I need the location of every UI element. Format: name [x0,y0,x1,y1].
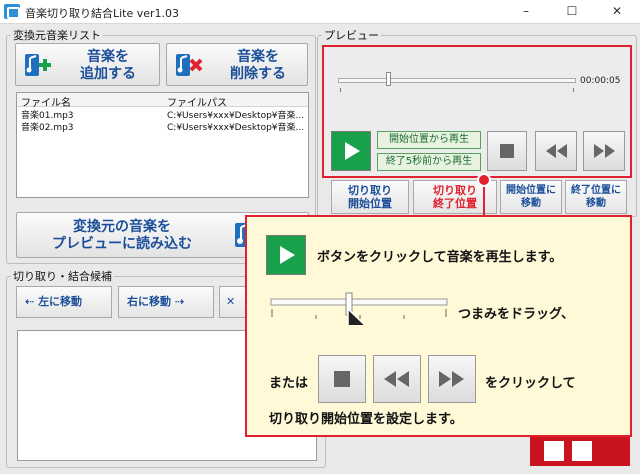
table-row[interactable]: 音楽02.mp3 C:¥Users¥xxx¥Desktop¥音楽... [17,120,308,132]
callout-pointer-dot [477,173,491,187]
callout-slider-illustration [270,292,448,325]
seek-ticks [340,88,574,92]
column-filepath[interactable]: ファイルパス [167,94,227,109]
goto-start-label-1: 開始位置に [506,185,556,196]
block-icon [544,441,564,461]
column-filename[interactable]: ファイル名 [21,94,71,109]
callout-pointer-line [483,185,485,216]
add-music-icon [25,54,51,76]
play-5s-before-end-button[interactable]: 終了5秒前から再生 [377,153,481,171]
timecode: 00:00:05 [580,76,621,86]
goto-start-label-2: 移動 [521,198,541,209]
source-list-legend: 変換元音楽リスト [13,29,101,42]
title-bar: 音楽切り取り結合Lite ver1.03 – ☐ ✕ [0,0,640,24]
move-right-label: 右に移動 [127,295,171,308]
callout-line-4: 切り取り開始位置を設定します。 [269,412,463,427]
row-filepath: C:¥Users¥xxx¥Desktop¥音楽... [167,123,305,132]
callout-play-icon-box [266,235,306,275]
window-title: 音楽切り取り結合Lite ver1.03 [25,7,180,20]
rewind-icon [384,371,409,387]
play-from-start-button[interactable]: 開始位置から再生 [377,131,481,149]
rewind-icon [546,144,567,158]
goto-end-button[interactable]: 終了位置に 移動 [565,180,627,214]
play-button[interactable] [331,131,371,171]
callout-rewind-icon-box [373,355,421,403]
rewind-button[interactable] [535,131,577,171]
block-icon [572,441,592,461]
callout-fast-forward-icon-box [428,355,476,403]
minimize-button[interactable]: – [503,0,549,24]
combine-button-partial[interactable] [530,436,630,466]
callout-stop-icon-box [318,355,366,403]
callout-line-3-suffix: をクリックして [485,376,576,391]
remove-music-button[interactable]: 音楽を 削除する [166,43,308,86]
seek-rail [338,78,576,83]
move-left-label: 左に移動 [38,295,83,308]
file-list-header: ファイル名 ファイルパス [17,93,308,109]
add-music-button[interactable]: 音楽を 追加する [15,43,160,86]
preview-highlight: 00:00:05 開始位置から再生 終了5秒前から再生 [322,45,632,178]
cut-start-label-1: 切り取り [348,184,392,197]
row-filename: 音楽01.mp3 [21,111,74,120]
load-preview-label-2: プレビューに読み込む [52,236,192,252]
remove-music-icon [176,54,203,76]
fast-forward-button[interactable] [583,131,625,171]
row-filepath: C:¥Users¥xxx¥Desktop¥音楽... [167,111,305,120]
app-icon [4,4,20,19]
x-icon: ✕ [226,295,236,308]
tutorial-callout: ボタンをクリックして音楽を再生します。 つまみをドラッグ、 または をクリックし… [245,215,632,437]
cut-start-button[interactable]: 切り取り 開始位置 [331,180,409,214]
stop-icon [334,371,350,387]
goto-end-label-1: 終了位置に [571,185,621,196]
maximize-button[interactable]: ☐ [549,0,595,24]
stop-button[interactable] [487,131,527,171]
close-button[interactable]: ✕ [594,0,640,24]
fast-forward-icon [594,144,615,158]
fast-forward-icon [439,371,464,387]
add-music-label-2: 追加する [80,66,136,82]
play-icon [280,246,295,264]
move-left-icon: ⇠ [25,295,35,308]
remove-music-label-2: 削除する [230,66,286,82]
move-right-button[interactable]: 右に移動 ⇢ [118,286,214,318]
remove-candidate-button[interactable]: ✕ [219,286,247,318]
add-music-label-1: 音楽を [87,49,129,65]
source-file-list[interactable]: ファイル名 ファイルパス 音楽01.mp3 C:¥Users¥xxx¥Deskt… [16,92,309,198]
move-left-button[interactable]: ⇠ 左に移動 [16,286,112,318]
remove-music-label-1: 音楽を [237,49,279,65]
load-preview-label-1: 変換元の音楽を [73,219,171,235]
preview-legend: プレビュー [324,29,379,42]
callout-line-1: ボタンをクリックして音楽を再生します。 [317,250,563,265]
move-right-icon: ⇢ [174,295,185,308]
goto-start-button[interactable]: 開始位置に 移動 [500,180,562,214]
callout-line-3-prefix: または [269,376,309,391]
seek-slider[interactable] [338,72,576,92]
stop-icon [500,144,514,158]
candidates-legend: 切り取り・結合候補 [13,270,112,283]
goto-end-label-2: 移動 [586,198,606,209]
play-icon [345,142,360,160]
row-filename: 音楽02.mp3 [21,123,74,132]
callout-line-2: つまみをドラッグ、 [458,307,575,322]
table-row[interactable]: 音楽01.mp3 C:¥Users¥xxx¥Desktop¥音楽... [17,108,308,120]
seek-thumb[interactable] [386,72,391,86]
cut-start-label-2: 開始位置 [348,197,392,210]
